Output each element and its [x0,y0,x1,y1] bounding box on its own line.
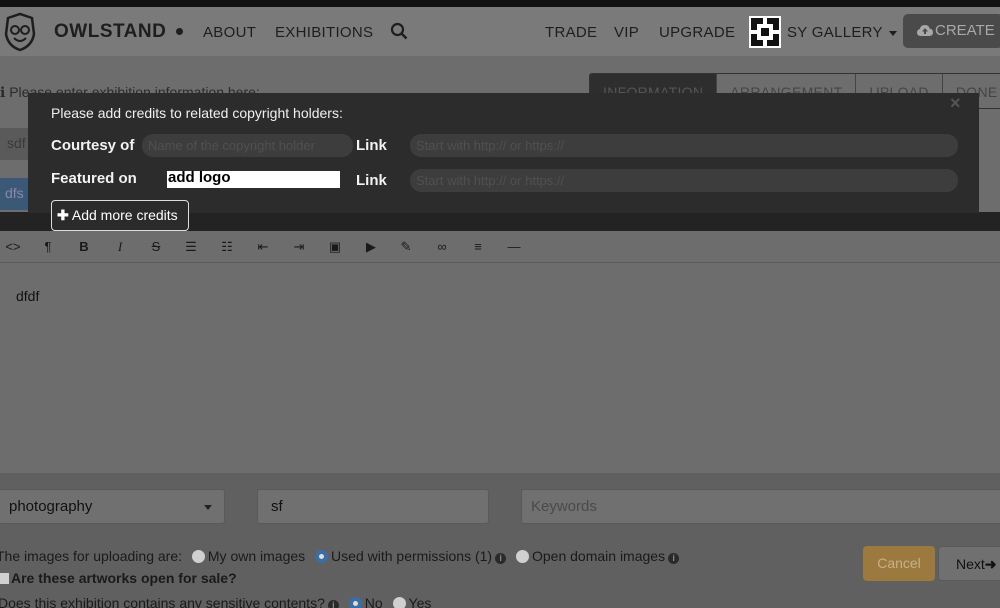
image-source-prompt: The images for uploading are: [0,548,182,564]
code-view-icon[interactable]: <> [5,239,21,255]
radio-sensitive-no[interactable] [348,597,362,608]
info-icon: ℹ [0,84,10,100]
modal-title: Please add credits to related copyright … [51,105,343,121]
horizontal-rule-icon[interactable]: — [506,239,522,255]
exhibition-form: photography sf Keywords The images for u… [0,473,1000,608]
option-with-permissions[interactable]: Used with permissions (1) [331,548,492,564]
attachment-icon[interactable]: ✎ [398,239,414,255]
chevron-down-icon [888,30,897,36]
title-input[interactable]: sf [257,489,489,524]
for-sale-label[interactable]: Are these artworks open for sale? [11,570,237,586]
featured-link-input[interactable]: Start with http:// or https:// [410,169,958,192]
background-field-tag[interactable]: dfs [0,178,30,210]
radio-own-images[interactable] [191,550,205,563]
info-icon[interactable]: i [495,553,507,564]
nav-exhibitions[interactable]: EXHIBITIONS [275,24,373,41]
nav-trade[interactable]: TRADE [545,24,597,41]
editor-body[interactable]: dfdf [0,263,1000,473]
arrow-right-icon: ➜ [984,556,997,572]
link-icon[interactable]: ∞ [434,239,450,255]
bold-icon[interactable]: B [76,239,92,255]
next-label: Next [956,556,985,572]
close-icon[interactable]: × [950,93,961,114]
create-button[interactable]: CREATE [903,14,1000,48]
next-button[interactable]: Next➜ [938,546,1000,581]
brand-dot [176,28,183,35]
for-sale-row: Are these artworks open for sale? [0,570,237,586]
sensitive-prompt: Does this exhibition contains any sensit… [0,595,325,608]
chevron-down-icon [204,505,212,510]
outdent-icon[interactable]: ⇤ [255,239,271,255]
radio-open-domain[interactable] [516,550,529,563]
info-icon[interactable]: i [668,553,680,564]
option-own-images[interactable]: My own images [208,548,305,564]
italic-icon[interactable]: I [112,239,128,255]
option-open-domain[interactable]: Open domain images [532,548,665,564]
video-icon[interactable]: ▶ [363,239,379,255]
radio-with-permissions[interactable] [315,550,329,563]
cloud-upload-icon [917,25,933,36]
bullet-list-icon[interactable]: ☰ [183,239,199,255]
search-icon[interactable] [390,22,408,40]
credits-modal: Please add credits to related copyright … [28,93,979,213]
featured-label: Featured on [51,170,137,187]
radio-sensitive-yes[interactable] [392,597,406,608]
info-icon[interactable]: i [327,600,339,608]
option-sensitive-no[interactable]: No [365,595,383,608]
courtesy-link-label: Link [356,137,387,154]
sensitive-row: Does this exhibition contains any sensit… [0,595,431,608]
image-icon[interactable]: ▣ [327,239,343,255]
indent-icon[interactable]: ⇥ [291,239,307,255]
editor-toolbar: <> ¶ B I S ☰ ☷ ⇤ ⇥ ▣ ▶ ✎ ∞ ≡ — [0,231,1000,263]
keywords-input[interactable]: Keywords [521,489,1000,524]
cancel-button[interactable]: Cancel [863,546,935,581]
image-source-row: The images for uploading are: My own ima… [0,548,680,564]
gallery-logo-icon[interactable] [749,16,781,48]
add-more-label: Add more credits [71,207,178,223]
nav-about[interactable]: ABOUT [203,24,256,41]
brand-name[interactable]: OWLSTAND [54,21,166,43]
align-icon[interactable]: ≡ [470,239,486,255]
courtesy-name-input[interactable]: Name of the copyright holder [142,134,353,157]
add-more-credits-button[interactable]: ✚ Add more credits [51,200,189,231]
nav-upgrade[interactable]: UPGRADE [659,24,735,41]
courtesy-label: Courtesy of [51,137,135,154]
for-sale-checkbox[interactable] [0,573,9,584]
nav-vip[interactable]: VIP [614,24,639,41]
top-strip [0,0,1000,7]
create-label: CREATE [935,22,995,39]
plus-icon: ✚ [57,207,69,223]
editor-content[interactable]: dfdf [16,288,39,304]
strikethrough-icon[interactable]: S [148,239,164,255]
gallery-name: SY GALLERY [787,24,883,41]
featured-logo-field[interactable]: add logo [167,170,340,188]
option-sensitive-yes[interactable]: Yes [409,595,432,608]
category-value: photography [9,498,93,515]
featured-link-label: Link [356,172,387,189]
navbar: OWLSTAND ABOUT EXHIBITIONS TRADE VIP UPG… [0,7,1000,56]
numbered-list-icon[interactable]: ☷ [219,239,235,255]
courtesy-link-input[interactable]: Start with http:// or https:// [410,134,958,157]
owl-logo-icon[interactable] [2,12,38,52]
category-select[interactable]: photography [0,489,225,524]
background-field-title[interactable]: sdf [0,128,30,160]
paragraph-icon[interactable]: ¶ [40,239,56,255]
gallery-menu[interactable]: SY GALLERY [787,24,897,41]
